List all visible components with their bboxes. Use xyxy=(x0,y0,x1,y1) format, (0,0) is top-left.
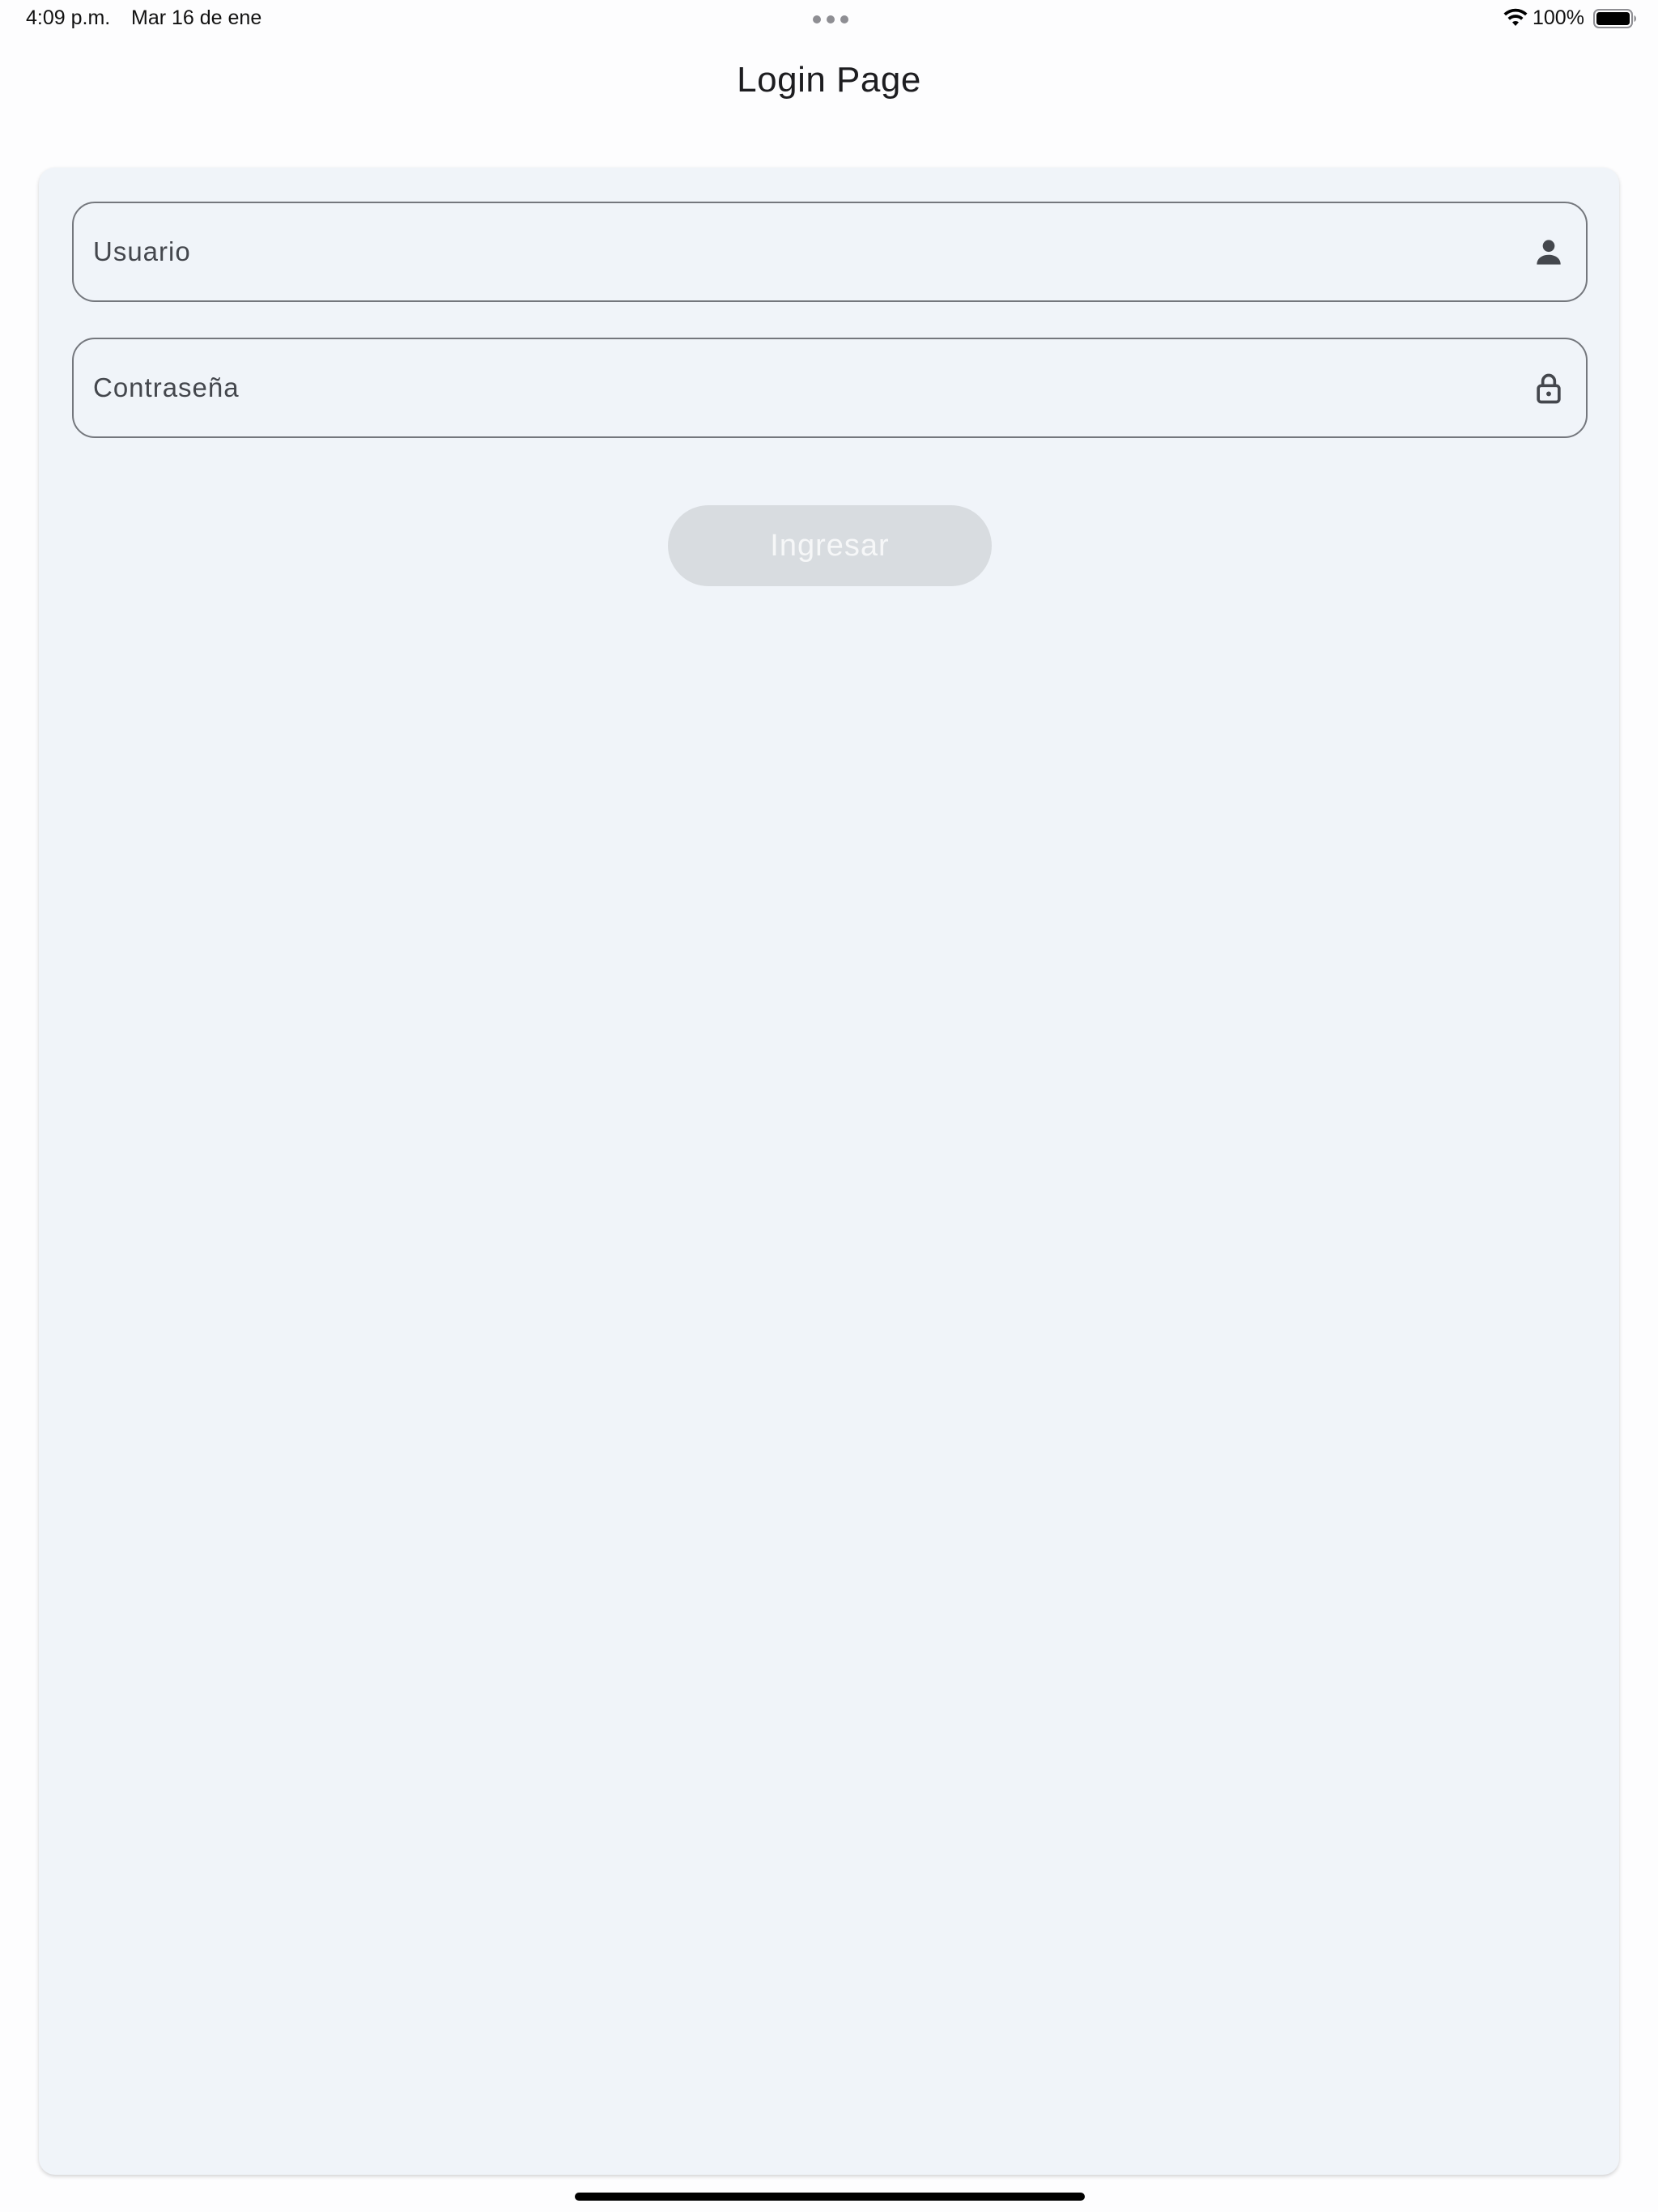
status-date: Mar 16 de ene xyxy=(131,6,262,29)
page-title: Login Page xyxy=(737,60,921,100)
username-field[interactable]: Usuario xyxy=(72,202,1588,302)
login-card: Usuario Contraseña Ingresar xyxy=(39,168,1619,2175)
status-time: 4:09 p.m. xyxy=(26,6,111,29)
person-icon xyxy=(1537,240,1561,265)
battery-icon xyxy=(1593,9,1636,28)
login-button[interactable]: Ingresar xyxy=(668,505,992,586)
lock-icon xyxy=(1537,373,1561,404)
multitask-dots-icon[interactable] xyxy=(813,15,848,23)
wifi-icon xyxy=(1503,8,1528,26)
status-bar: 4:09 p.m. Mar 16 de ene 100% xyxy=(0,0,1658,39)
username-placeholder: Usuario xyxy=(93,236,191,266)
password-field[interactable]: Contraseña xyxy=(72,338,1588,438)
password-placeholder: Contraseña xyxy=(93,372,240,402)
battery-percentage: 100% xyxy=(1533,6,1584,29)
home-indicator[interactable] xyxy=(575,2193,1085,2201)
